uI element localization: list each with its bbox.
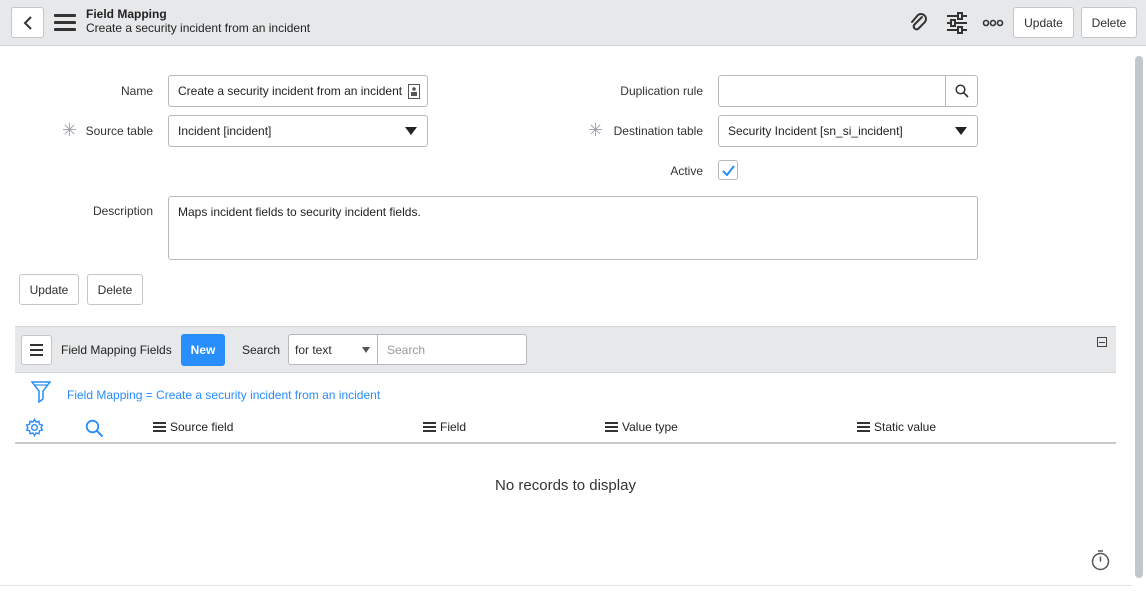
menu-icon[interactable] — [54, 14, 76, 31]
table-header-divider — [15, 442, 1116, 444]
paperclip-icon[interactable] — [908, 12, 930, 34]
column-header-static-value[interactable]: Static value — [857, 420, 936, 434]
column-menu-icon — [153, 421, 166, 433]
duplication-rule-input[interactable] — [718, 75, 946, 107]
search-mode-select[interactable]: for text — [288, 334, 378, 365]
chevron-down-icon — [405, 127, 417, 135]
chevron-down-icon — [362, 347, 370, 353]
description-textarea[interactable]: Maps incident fields to security inciden… — [168, 196, 978, 260]
search-icon[interactable] — [85, 419, 104, 438]
related-list-toolbar: Field Mapping Fields New Search for text… — [15, 326, 1116, 373]
name-field[interactable]: Create a security incident from an incid… — [168, 75, 428, 107]
search-label: Search — [242, 343, 281, 357]
empty-state-message: No records to display — [495, 477, 636, 494]
column-menu-icon — [857, 421, 870, 433]
search-icon — [954, 84, 969, 98]
list-search-input[interactable]: Search — [377, 334, 527, 365]
timer-icon[interactable] — [1091, 550, 1110, 571]
destination-table-value: Security Incident [sn_si_incident] — [728, 124, 903, 138]
source-table-label: Source table — [85, 124, 153, 138]
new-button[interactable]: New — [181, 334, 225, 366]
more-icon[interactable] — [982, 12, 1004, 34]
field-info-icon[interactable] — [408, 84, 420, 99]
source-table-select[interactable]: Incident [incident] — [168, 115, 428, 147]
header-update-button[interactable]: Update — [1013, 7, 1074, 38]
list-menu-button[interactable] — [21, 335, 52, 365]
column-label: Value type — [622, 420, 678, 434]
name-value: Create a security incident from an incid… — [178, 84, 403, 98]
description-label: Description — [92, 204, 153, 218]
back-icon — [23, 15, 32, 30]
back-button[interactable] — [11, 7, 44, 38]
active-checkbox[interactable] — [718, 160, 738, 180]
filter-breadcrumb[interactable]: Field Mapping = Create a security incide… — [67, 388, 380, 402]
duplication-rule-label: Duplication rule — [620, 84, 703, 98]
page-title: Field Mapping — [86, 7, 167, 21]
duplication-lookup-button[interactable] — [945, 75, 978, 107]
form-delete-button[interactable]: Delete — [87, 274, 143, 305]
source-table-value: Incident [incident] — [178, 124, 272, 138]
page-subtitle: Create a security incident from an incid… — [86, 21, 311, 35]
form-update-button[interactable]: Update — [19, 274, 79, 305]
column-header-source-field[interactable]: Source field — [153, 420, 233, 434]
collapse-icon[interactable] — [1097, 337, 1107, 347]
chevron-down-icon — [955, 127, 967, 135]
filter-icon[interactable] — [31, 381, 51, 403]
gear-icon[interactable] — [25, 418, 44, 437]
form-header: Field Mapping Create a security incident… — [0, 0, 1146, 46]
column-header-field[interactable]: Field — [423, 420, 466, 434]
column-menu-icon — [423, 421, 436, 433]
search-mode-value: for text — [295, 342, 332, 357]
settings-sliders-icon[interactable] — [946, 12, 968, 34]
column-header-value-type[interactable]: Value type — [605, 420, 678, 434]
divider — [0, 585, 1132, 586]
name-label: Name — [120, 84, 153, 98]
column-label: Static value — [874, 420, 937, 434]
header-delete-button[interactable]: Delete — [1081, 7, 1137, 38]
destination-table-label: Destination table — [613, 124, 703, 138]
column-menu-icon — [605, 421, 618, 433]
column-label: Source field — [170, 420, 234, 434]
active-label: Active — [670, 164, 703, 178]
column-label: Field — [440, 420, 467, 434]
checkmark-icon — [721, 164, 735, 176]
page-scrollbar[interactable] — [1135, 56, 1143, 578]
related-list-title: Field Mapping Fields — [61, 343, 172, 357]
destination-table-select[interactable]: Security Incident [sn_si_incident] — [718, 115, 978, 147]
